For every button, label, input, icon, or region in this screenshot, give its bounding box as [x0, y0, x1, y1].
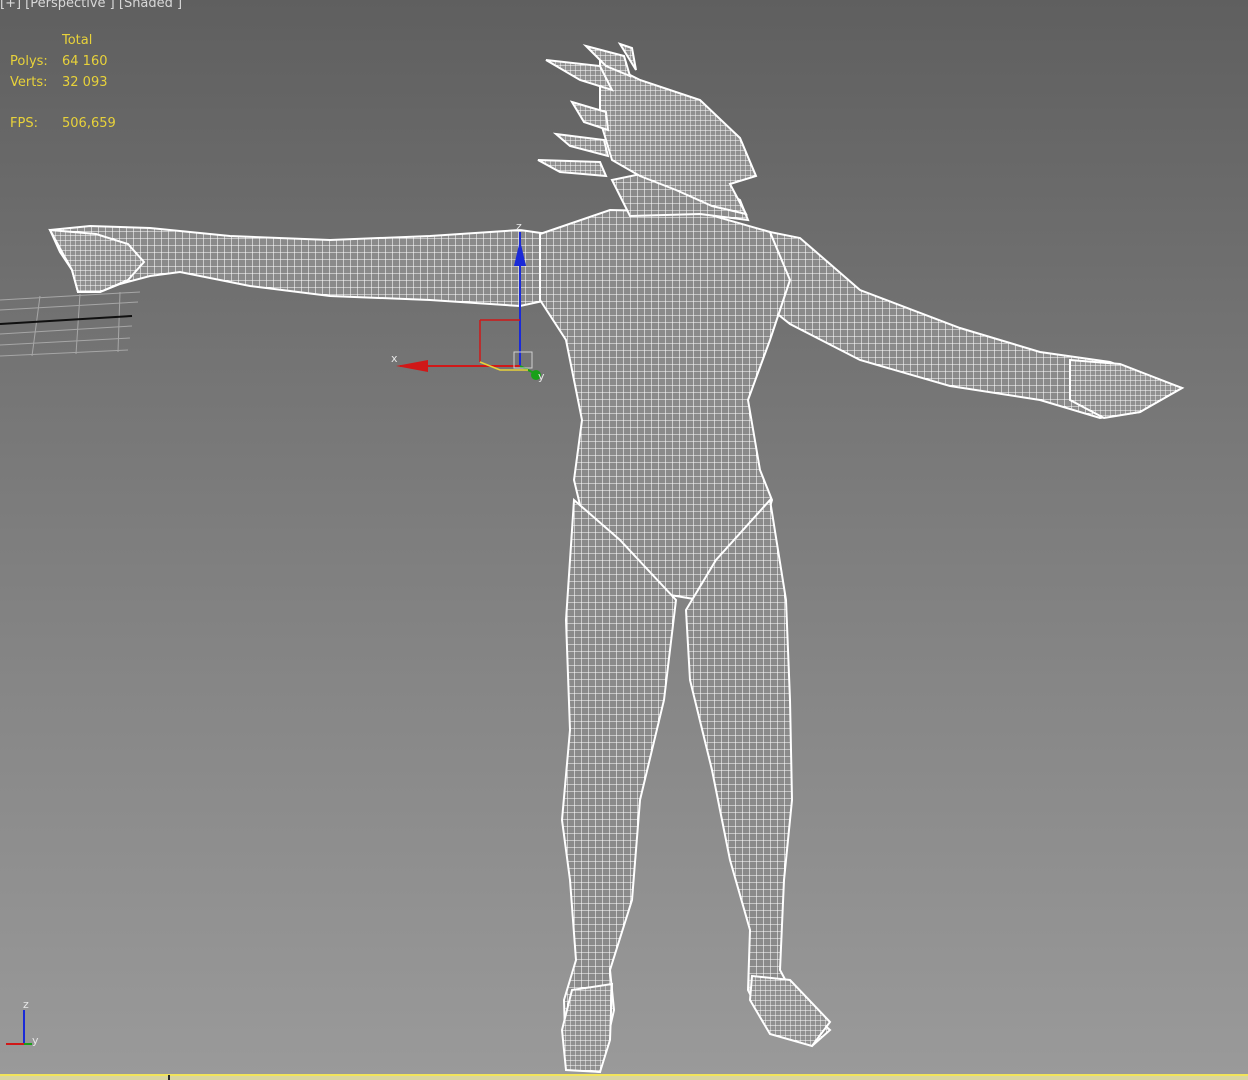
tripod-y-label: y	[32, 1034, 39, 1047]
character-wireframe-mesh[interactable]	[48, 42, 1185, 1074]
bottom-bar-tick	[168, 1075, 170, 1080]
right-leg	[684, 497, 832, 1048]
viewport-bottom-border	[0, 1074, 1248, 1080]
axis-tripod-icon: z y	[6, 998, 39, 1047]
scene-canvas[interactable]: x y z z y	[0, 0, 1248, 1080]
right-hand	[1069, 358, 1185, 420]
right-foot	[748, 974, 832, 1048]
left-foot	[560, 982, 614, 1074]
gizmo-z-label: z	[516, 220, 522, 233]
left-leg	[560, 497, 678, 1074]
gizmo-y-label: y	[538, 370, 545, 383]
tripod-z-label: z	[23, 998, 29, 1011]
home-grid	[0, 291, 141, 357]
perspective-viewport[interactable]: [+] [Perspective ] [Shaded ] Total Polys…	[0, 0, 1248, 1080]
gizmo-x-label: x	[391, 352, 398, 365]
